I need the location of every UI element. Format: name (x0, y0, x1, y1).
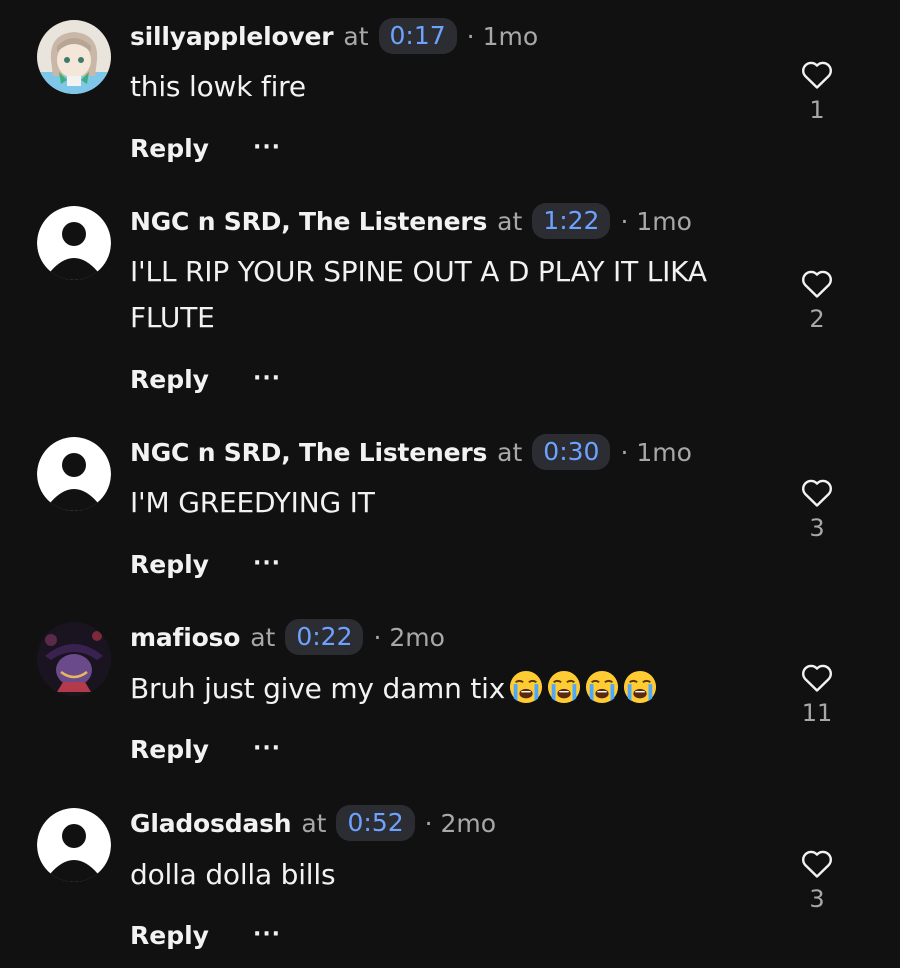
like-count: 3 (809, 514, 825, 542)
heart-icon[interactable] (800, 661, 834, 693)
heart-icon[interactable] (800, 58, 834, 90)
default-avatar-icon (37, 808, 111, 882)
comment-text: I'M GREEDYING IT (130, 486, 375, 519)
timestamp-link[interactable]: 0:52 (336, 805, 415, 841)
like-count: 11 (801, 699, 833, 727)
reply-button[interactable]: Reply (130, 550, 209, 579)
comment-text: this lowk fire (130, 70, 306, 103)
anime-avatar-icon (37, 20, 111, 94)
character-avatar-icon (37, 622, 111, 696)
like-group: 11 (796, 661, 838, 727)
default-avatar-icon (37, 437, 111, 511)
heart-icon[interactable] (800, 847, 834, 879)
like-group: 3 (796, 847, 838, 913)
time-ago: · 2mo (373, 622, 445, 652)
more-options-button[interactable]: ··· (253, 137, 281, 159)
time-ago: · 1mo (620, 437, 692, 467)
comment-header: NGC n SRD, The Listeners at 1:22 · 1mo (130, 201, 692, 241)
at-label: at (497, 206, 523, 236)
time-ago: · 1mo (466, 21, 539, 51)
avatar[interactable] (37, 437, 111, 511)
time-ago: · 1mo (620, 206, 692, 236)
username[interactable]: NGC n SRD, The Listeners (130, 207, 487, 236)
comment-text: I'LL RIP YOUR SPINE OUT A D PLAY IT LIKA… (130, 255, 707, 334)
avatar[interactable] (37, 20, 111, 94)
loudly-crying-face-icon (586, 670, 619, 704)
username[interactable]: NGC n SRD, The Listeners (130, 438, 487, 467)
heart-icon[interactable] (800, 267, 834, 299)
comment-actions: Reply ··· (130, 130, 281, 166)
more-options-button[interactable]: ··· (253, 368, 281, 390)
more-options-button[interactable]: ··· (253, 924, 281, 946)
reply-button[interactable]: Reply (130, 921, 209, 950)
at-label: at (250, 622, 276, 652)
reply-button[interactable]: Reply (130, 365, 209, 394)
like-group: 3 (796, 476, 838, 542)
time-ago: · 2mo (424, 808, 497, 838)
avatar[interactable] (37, 808, 111, 882)
like-count: 3 (809, 885, 825, 913)
comment-actions: Reply ··· (130, 917, 281, 953)
username[interactable]: sillyapplelover (130, 22, 334, 51)
like-group: 1 (796, 58, 838, 124)
timestamp-link[interactable]: 0:30 (532, 434, 611, 470)
comment-text: Bruh just give my damn tix (130, 666, 740, 712)
comment-header: Gladosdash at 0:52 · 2mo (130, 803, 496, 843)
timestamp-link[interactable]: 0:22 (285, 619, 364, 655)
comment-actions: Reply ··· (130, 731, 281, 767)
avatar[interactable] (37, 622, 111, 696)
at-label: at (301, 808, 327, 838)
timestamp-link[interactable]: 0:17 (378, 18, 457, 54)
at-label: at (497, 437, 523, 467)
loudly-crying-face-icon (548, 670, 581, 704)
at-label: at (343, 21, 369, 51)
comment-actions: Reply ··· (130, 546, 281, 582)
default-avatar-icon (37, 206, 111, 280)
comment-header: NGC n SRD, The Listeners at 0:30 · 1mo (130, 432, 692, 472)
comment-actions: Reply ··· (130, 361, 281, 397)
loudly-crying-face-icon (624, 670, 657, 704)
comment-text: dolla dolla bills (130, 858, 336, 891)
like-count: 2 (809, 305, 825, 333)
username[interactable]: Gladosdash (130, 809, 292, 838)
reply-button[interactable]: Reply (130, 735, 209, 764)
heart-icon[interactable] (800, 476, 834, 508)
comment-header: mafioso at 0:22 · 2mo (130, 617, 445, 657)
like-count: 1 (809, 96, 825, 124)
reply-button[interactable]: Reply (130, 134, 209, 163)
comment-text-content: Bruh just give my damn tix (130, 672, 506, 705)
comment-header: sillyapplelover at 0:17 · 1mo (130, 16, 538, 56)
like-group: 2 (796, 267, 838, 333)
more-options-button[interactable]: ··· (253, 738, 281, 760)
more-options-button[interactable]: ··· (253, 553, 281, 575)
timestamp-link[interactable]: 1:22 (532, 203, 611, 239)
loudly-crying-face-icon (510, 670, 543, 704)
username[interactable]: mafioso (130, 623, 240, 652)
avatar[interactable] (37, 206, 111, 280)
